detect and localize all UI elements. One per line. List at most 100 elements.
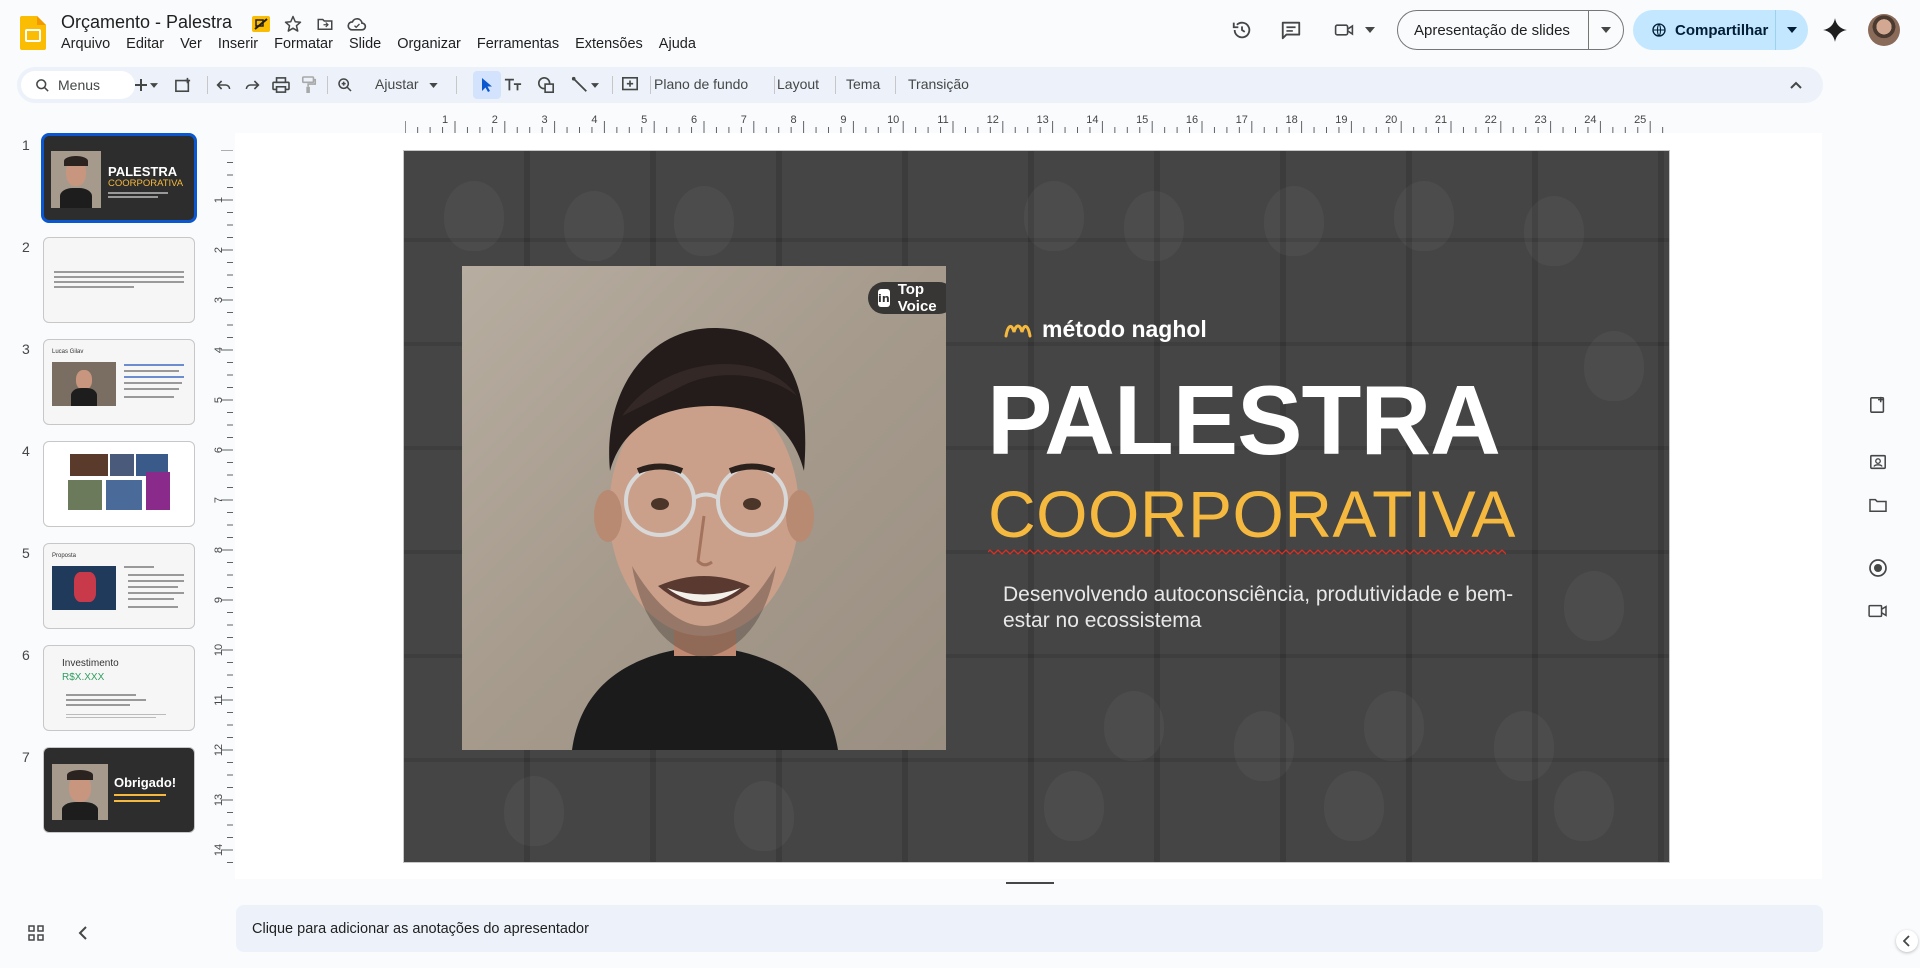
ruler-label: 1 — [213, 197, 225, 203]
ruler-label: 11 — [937, 114, 948, 126]
select-tool-icon[interactable] — [473, 71, 501, 99]
theme-button[interactable]: Tema — [846, 76, 880, 92]
new-slide-dropdown-icon[interactable] — [148, 74, 160, 96]
vertical-ruler[interactable]: 1234567891011121314 — [213, 150, 233, 870]
shape-icon[interactable] — [535, 74, 557, 96]
menus-search-input[interactable]: Menus — [21, 71, 135, 99]
notes-resize-handle[interactable] — [1006, 882, 1054, 884]
text-box-icon[interactable] — [502, 74, 524, 96]
ruler-label: 24 — [1584, 114, 1596, 126]
current-slide[interactable]: in Top Voice método naghol PALESTRA COOR… — [403, 150, 1670, 863]
share-button[interactable]: Compartilhar — [1633, 10, 1808, 50]
zoom-icon[interactable] — [334, 74, 356, 96]
menu-slide[interactable]: Slide — [341, 36, 389, 52]
ruler-label: 8 — [791, 114, 797, 126]
document-title[interactable]: Orçamento - Palestra — [61, 12, 232, 33]
slide-thumbnail-7[interactable]: Obrigado! — [43, 747, 195, 833]
share-dropdown-icon[interactable] — [1776, 27, 1808, 33]
cloud-saved-icon[interactable] — [346, 13, 368, 35]
slide-number: 6 — [22, 647, 30, 663]
app-header: Orçamento - Palestra Arquivo Editar Ver … — [0, 0, 1920, 64]
ruler-label: 21 — [1435, 114, 1447, 126]
speaker-photo[interactable]: in Top Voice — [462, 266, 946, 750]
ruler-label: 2 — [492, 114, 498, 126]
record-icon[interactable] — [1866, 556, 1890, 580]
gemini-icon[interactable] — [1822, 17, 1848, 43]
move-folder-icon[interactable] — [314, 13, 336, 35]
ruler-label: 22 — [1485, 114, 1497, 126]
print-icon[interactable] — [270, 74, 292, 96]
search-label: Menus — [58, 77, 101, 93]
menu-ajuda[interactable]: Ajuda — [651, 36, 704, 52]
ruler-label: 9 — [213, 597, 225, 603]
collapse-side-panel-icon[interactable] — [1896, 930, 1918, 952]
slide-number: 4 — [22, 443, 30, 459]
ruler-label: 1 — [442, 114, 448, 126]
menu-bar: Arquivo Editar Ver Inserir Formatar Slid… — [53, 36, 704, 52]
slide-description[interactable]: Desenvolvendo autoconsciência, produtivi… — [1003, 582, 1523, 634]
undo-icon[interactable] — [213, 74, 235, 96]
ruler-label: 4 — [591, 114, 597, 126]
slide-thumbnail-4[interactable] — [43, 441, 195, 527]
speaker-notes[interactable]: Clique para adicionar as anotações do ap… — [236, 905, 1823, 952]
menu-formatar[interactable]: Formatar — [266, 36, 341, 52]
transition-button[interactable]: Transição — [908, 76, 969, 92]
slide-thumbnail-6[interactable]: Investimento R$X.XXX — [43, 645, 195, 731]
slideshow-label[interactable]: Apresentação de slides — [1398, 11, 1589, 49]
collapse-toolbar-icon[interactable] — [1785, 74, 1807, 96]
slide-thumbnail-2[interactable] — [43, 237, 195, 323]
slideshow-dropdown-icon[interactable] — [1589, 27, 1623, 33]
video-recording-icon[interactable] — [1866, 599, 1890, 623]
speaker-notes-placeholder: Clique para adicionar as anotações do ap… — [252, 920, 589, 937]
collapse-filmstrip-icon[interactable] — [72, 922, 94, 944]
ruler-label: 23 — [1534, 114, 1546, 126]
folder-icon[interactable] — [1866, 493, 1890, 517]
slide-number: 5 — [22, 545, 30, 561]
star-icon[interactable] — [282, 13, 304, 35]
paint-format-icon[interactable] — [298, 74, 320, 96]
keep-icon[interactable] — [1866, 393, 1890, 417]
ruler-label: 7 — [213, 497, 225, 503]
menu-extensoes[interactable]: Extensões — [567, 36, 651, 52]
brand-logo[interactable]: método naghol — [1004, 316, 1207, 343]
meet-dropdown-icon[interactable] — [1363, 18, 1377, 42]
menu-editar[interactable]: Editar — [118, 36, 172, 52]
menu-organizar[interactable]: Organizar — [389, 36, 469, 52]
slide-thumbnail-3[interactable]: Lucas Gilav — [43, 339, 195, 425]
contacts-icon[interactable] — [1866, 450, 1890, 474]
toolbar: Menus Ajustar Plano de fundo Layout Tema… — [17, 67, 1823, 103]
slide-subtitle[interactable]: COORPORATIVA — [988, 481, 1516, 547]
slide-thumbnail-1[interactable]: PALESTRA COORPORATIVA — [41, 133, 197, 223]
menu-arquivo[interactable]: Arquivo — [53, 36, 118, 52]
line-icon[interactable] — [569, 74, 591, 96]
slide-thumbnail-5[interactable]: Proposta — [43, 543, 195, 629]
menu-ferramentas[interactable]: Ferramentas — [469, 36, 567, 52]
share-label: Compartilhar — [1675, 21, 1769, 39]
slides-logo-icon[interactable] — [20, 16, 46, 50]
zoom-dropdown-icon[interactable] — [427, 74, 439, 96]
ruler-label: 3 — [213, 297, 225, 303]
meet-icon[interactable] — [1334, 18, 1358, 42]
background-button[interactable]: Plano de fundo — [654, 76, 748, 92]
horizontal-ruler[interactable]: 1 2 3 4 5 6 7 8 9 10 11 12 13 14 15 16 17 18 19 20 21 22 23 24 2… — [405, 113, 1670, 133]
version-history-icon[interactable] — [1230, 18, 1254, 42]
redo-icon[interactable] — [241, 74, 263, 96]
ruler-label: 12 — [213, 744, 225, 756]
slideshow-button[interactable]: Apresentação de slides — [1397, 10, 1624, 50]
layout-button[interactable]: Layout — [777, 76, 819, 92]
ruler-label: 25 — [1634, 114, 1646, 126]
line-dropdown-icon[interactable] — [589, 74, 601, 96]
ruler-label: 14 — [1086, 114, 1098, 126]
insert-comment-icon[interactable] — [619, 74, 641, 96]
ruler-label: 13 — [213, 794, 225, 806]
import-slides-icon[interactable] — [172, 74, 194, 96]
zoom-select[interactable]: Ajustar — [375, 76, 419, 92]
menu-ver[interactable]: Ver — [172, 36, 210, 52]
offline-unavailable-icon[interactable] — [250, 13, 272, 35]
comments-icon[interactable] — [1279, 18, 1303, 42]
grid-view-icon[interactable] — [25, 922, 47, 944]
slide-title[interactable]: PALESTRA — [987, 371, 1501, 469]
ruler-label: 3 — [542, 114, 548, 126]
menu-inserir[interactable]: Inserir — [210, 36, 266, 52]
user-avatar[interactable] — [1868, 14, 1900, 46]
